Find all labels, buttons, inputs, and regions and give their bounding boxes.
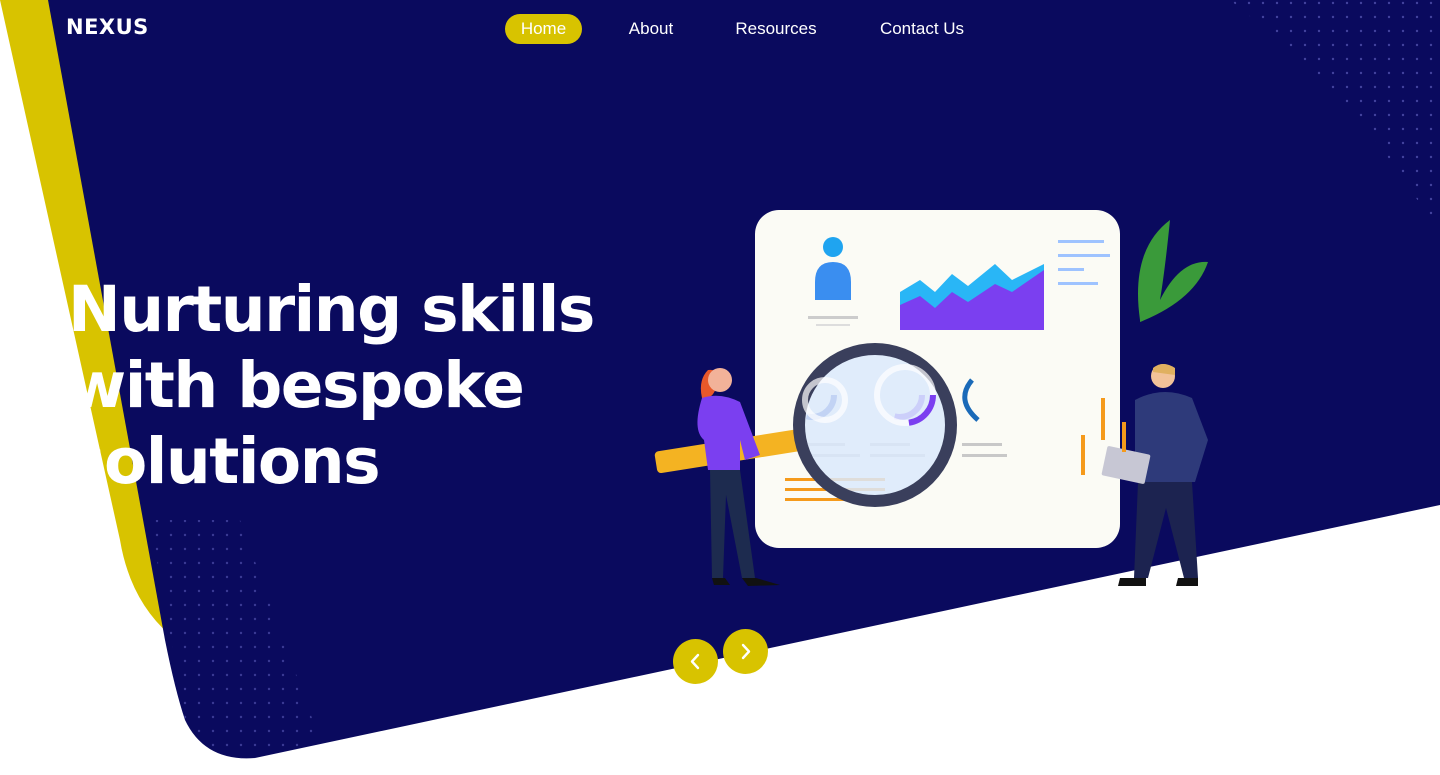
chevron-right-icon — [741, 643, 751, 660]
main-nav: Home About Resources Contact Us — [0, 14, 1440, 44]
woman-legs — [710, 470, 755, 578]
user-icon-head — [823, 237, 843, 257]
carousel-prev-button[interactable] — [673, 639, 718, 684]
hero-title-line-2: with bespoke — [68, 349, 525, 422]
user-icon-body — [815, 262, 851, 300]
hero-title-line-1: Nurturing skills — [68, 273, 595, 346]
carousel-next-button[interactable] — [723, 629, 768, 674]
woman-head — [708, 368, 732, 392]
nav-resources[interactable]: Resources — [722, 14, 830, 44]
hero-title: Nurturing skills with bespoke solutions — [68, 272, 595, 500]
hero-title-line-3: solutions — [68, 425, 381, 498]
chevron-left-icon — [690, 653, 700, 670]
nav-about[interactable]: About — [615, 14, 687, 44]
magnifier-lens — [793, 343, 957, 507]
nav-contact-us[interactable]: Contact Us — [866, 14, 978, 44]
nav-home[interactable]: Home — [505, 14, 582, 44]
analytics-illustration — [654, 210, 1208, 586]
man-legs — [1134, 482, 1198, 578]
leaf-shape — [1138, 220, 1208, 322]
